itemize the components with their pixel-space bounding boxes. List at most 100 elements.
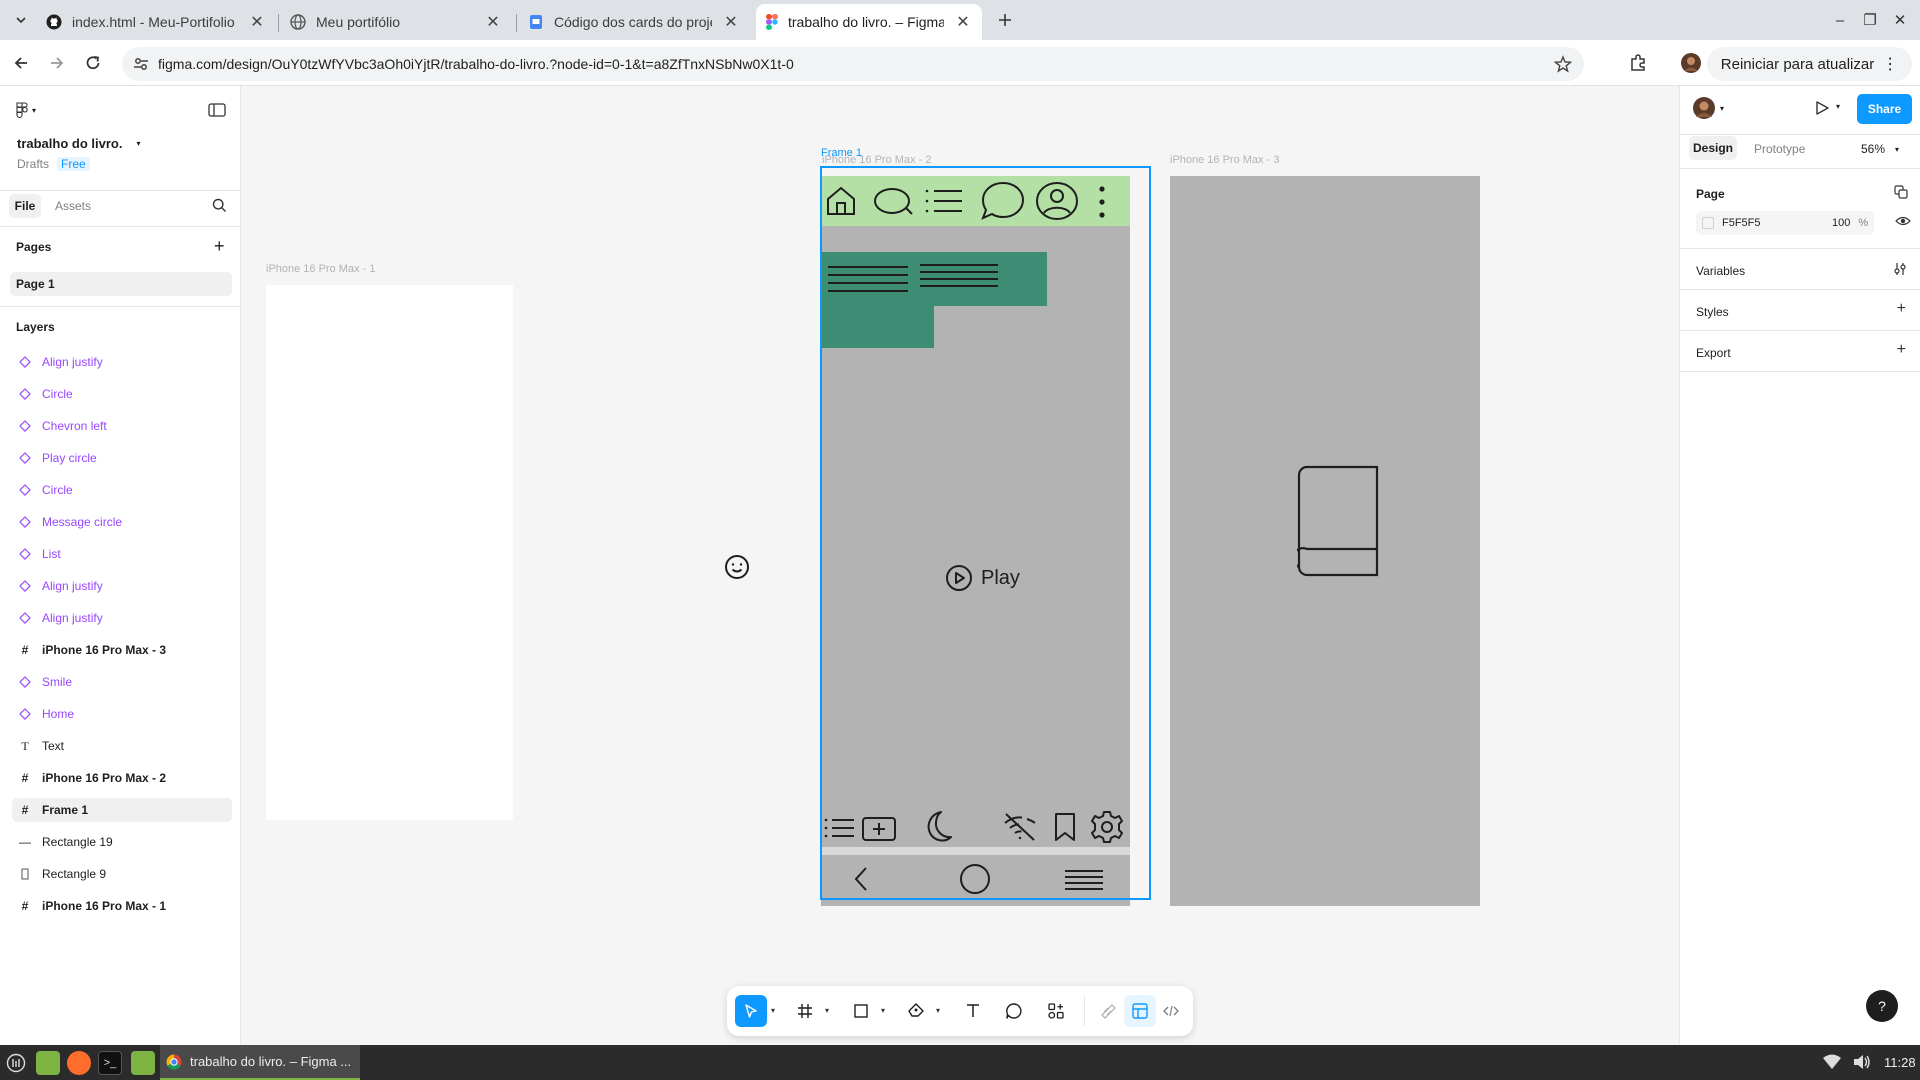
close-tab-icon[interactable]: ✕ [484,12,502,32]
actions-tool-icon[interactable] [1040,995,1072,1027]
main-menu-button[interactable]: ▾ [16,102,36,118]
taskbar-window-figma[interactable]: trabalho do livro. – Figma ... [160,1045,360,1080]
chevron-down-icon[interactable]: ▾ [936,1006,940,1015]
draw-mode-icon[interactable] [1093,995,1125,1027]
page-item[interactable]: Page 1 [10,272,232,296]
layer-item-selected[interactable]: # Frame 1 [12,798,232,822]
tab-prototype[interactable]: Prototype [1754,142,1805,156]
tab-portfolio[interactable]: Meu portifólio ✕ [280,4,512,40]
tab-file[interactable]: File [9,194,41,218]
component-instance-icon [18,579,32,593]
layer-item[interactable]: Message circle [12,510,232,534]
close-window-icon[interactable]: ✕ [1888,8,1912,32]
chevron-down-icon[interactable]: ▾ [825,1006,829,1015]
layer-item[interactable]: Circle [12,478,232,502]
pen-tool-icon[interactable] [900,995,932,1027]
layer-item[interactable]: Circle [12,382,232,406]
profile-avatar[interactable] [1678,50,1704,76]
layer-item[interactable]: Rectangle 9 [12,862,232,886]
files-folder-icon[interactable] [131,1051,155,1075]
page-swap-icon[interactable] [1894,185,1908,199]
iphone-frame-3[interactable] [1170,176,1480,906]
smile-icon[interactable] [724,554,750,580]
back-icon[interactable] [8,50,34,76]
comment-tool-icon[interactable] [998,995,1030,1027]
layer-item[interactable]: T Text [12,734,232,758]
iphone-frame-1[interactable] [266,285,513,820]
chevron-down-icon[interactable]: ▾ [771,1006,775,1015]
terminal-icon[interactable]: >_ [98,1051,122,1075]
layer-item[interactable]: Chevron left [12,414,232,438]
rectangle-tool-icon[interactable] [845,995,877,1027]
reload-icon[interactable] [80,50,106,76]
export-section: Export + [1680,331,1920,372]
design-canvas[interactable]: iPhone 16 Pro Max - 1 iPhone 16 Pro Max … [241,86,1679,1045]
book-icon[interactable] [1297,464,1379,578]
search-icon[interactable] [212,198,227,213]
add-page-icon[interactable]: + [214,236,225,257]
frame-label-frame-1[interactable]: Frame 1 [821,147,862,159]
chevron-down-icon[interactable]: ▾ [1836,102,1840,111]
new-tab-icon[interactable] [992,7,1018,33]
extensions-icon[interactable] [1625,50,1651,76]
tab-assets[interactable]: Assets [55,199,91,213]
address-bar[interactable]: figma.com/design/OuY0tzWfYVbc3aOh0iYjtR/… [122,47,1584,81]
tab-github[interactable]: index.html - Meu-Portifolio ✕ [36,4,276,40]
restart-update-button[interactable]: Reiniciar para atualizar ⋮ [1707,47,1912,81]
variables-settings-icon[interactable] [1893,262,1907,276]
page-fill-field[interactable]: F5F5F5 100 % [1696,211,1874,235]
file-name-row[interactable]: trabalho do livro. ▾ [17,136,140,151]
layer-item[interactable]: Align justify [12,574,232,598]
tab-list-chevron-icon[interactable] [8,7,34,33]
layer-item[interactable]: Home [12,702,232,726]
chevron-down-icon[interactable]: ▾ [881,1006,885,1015]
page-opacity[interactable]: 100 [1832,217,1850,229]
layer-label: Home [42,707,75,721]
layer-item[interactable]: List [12,542,232,566]
share-button[interactable]: Share [1857,94,1912,124]
restore-icon[interactable]: ❐ [1858,8,1882,32]
tab-figma[interactable]: trabalho do livro. – Figma ✕ [756,4,982,40]
frame-tool-icon[interactable] [789,995,821,1027]
start-menu-icon[interactable] [4,1051,28,1075]
toggle-sidebar-icon[interactable] [208,102,226,118]
help-button[interactable]: ? [1866,990,1898,1022]
page-color-hex[interactable]: F5F5F5 [1722,217,1824,229]
layer-item[interactable]: Smile [12,670,232,694]
user-menu[interactable]: ▾ [1692,96,1724,120]
frame-label-iphone-1[interactable]: iPhone 16 Pro Max - 1 [266,263,375,275]
dev-mode-code-icon[interactable] [1155,995,1187,1027]
tab-slides[interactable]: Código dos cards do projeto ✕ [518,4,750,40]
show-desktop-icon[interactable] [36,1051,60,1075]
layer-item[interactable]: # iPhone 16 Pro Max - 1 [12,894,232,918]
site-settings-icon[interactable] [132,55,150,73]
design-mode-icon[interactable] [1124,995,1156,1027]
text-tool-icon[interactable] [957,995,989,1027]
color-swatch[interactable] [1702,217,1714,229]
layer-item[interactable]: Align justify [12,350,232,374]
present-play-icon[interactable] [1814,100,1830,116]
frame-1-selection[interactable] [820,166,1151,900]
firefox-icon[interactable] [67,1051,91,1075]
layer-item[interactable]: Align justify [12,606,232,630]
frame-label-iphone-3[interactable]: iPhone 16 Pro Max - 3 [1170,154,1279,166]
close-tab-icon[interactable]: ✕ [954,12,972,32]
eye-icon[interactable] [1895,215,1911,227]
layer-item[interactable]: # iPhone 16 Pro Max - 3 [12,638,232,662]
add-style-icon[interactable]: + [1897,300,1906,318]
drafts-label[interactable]: Drafts [17,157,49,171]
wifi-icon[interactable] [1822,1053,1842,1071]
layer-item[interactable]: # iPhone 16 Pro Max - 2 [12,766,232,790]
bookmark-star-icon[interactable] [1554,55,1572,73]
zoom-control[interactable]: 56% ▾ [1861,142,1899,156]
volume-icon[interactable] [1852,1053,1872,1071]
forward-icon[interactable] [44,50,70,76]
add-export-icon[interactable]: + [1897,341,1906,359]
close-tab-icon[interactable]: ✕ [248,12,266,32]
layer-item[interactable]: Play circle [12,446,232,470]
close-tab-icon[interactable]: ✕ [722,12,740,32]
tab-design[interactable]: Design [1689,136,1737,160]
layer-item[interactable]: — Rectangle 19 [12,830,232,854]
minimize-icon[interactable]: – [1828,8,1852,32]
move-tool-icon[interactable] [735,995,767,1027]
